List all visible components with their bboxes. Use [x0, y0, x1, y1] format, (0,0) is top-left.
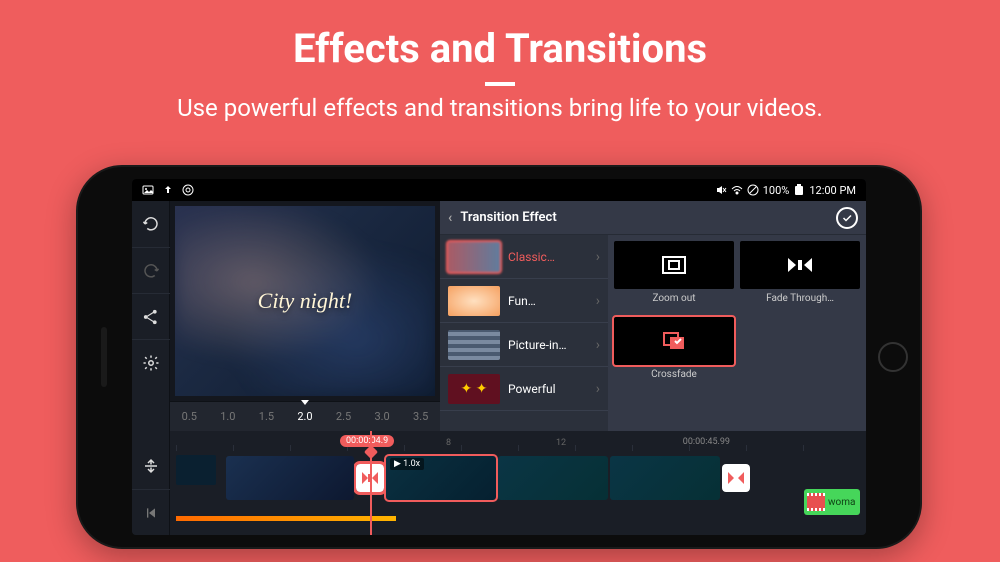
video-clip[interactable] — [226, 456, 354, 500]
category-item-classic[interactable]: Classic… › — [440, 235, 608, 279]
panel-title: Transition Effect — [460, 210, 556, 225]
category-thumb — [448, 242, 500, 272]
audio-clip[interactable]: woma — [804, 489, 860, 515]
share-button[interactable] — [132, 293, 170, 339]
current-time-badge: 00:00:04.9 — [340, 435, 394, 447]
transition-thumb — [614, 317, 734, 365]
chrome-icon — [182, 184, 194, 196]
ruler-value: 1.5 — [259, 410, 274, 423]
time-marker: 12 — [556, 438, 566, 448]
film-icon — [807, 493, 825, 511]
category-item-fun[interactable]: Fun… › — [440, 279, 608, 323]
transition-item-fade-through[interactable]: Fade Through… — [740, 241, 860, 311]
category-label: Fun… — [508, 294, 536, 308]
ruler-value: 3.5 — [413, 410, 428, 423]
picture-icon — [142, 184, 154, 196]
project-thumb[interactable] — [176, 455, 216, 485]
audio-label: woma — [828, 497, 855, 508]
transition-label: Crossfade — [651, 369, 697, 380]
category-label: Picture-in… — [508, 338, 567, 352]
category-label: Powerful — [508, 382, 556, 396]
mute-icon — [715, 184, 727, 196]
category-thumb — [448, 330, 500, 360]
toolbar — [132, 201, 170, 535]
duration-ruler[interactable]: 0.5 1.0 1.5 2.0 2.5 3.0 3.5 — [170, 401, 440, 431]
redo-button[interactable] — [132, 247, 170, 293]
upload-icon — [162, 184, 174, 196]
ruler-indicator-icon — [301, 400, 309, 405]
transition-thumb — [614, 241, 734, 289]
transition-item-zoom-out[interactable]: Zoom out — [614, 241, 734, 311]
preview-caption: City night! — [258, 288, 353, 314]
timeline-expand-button[interactable] — [132, 443, 170, 489]
time-ruler[interactable]: 00:00:04.9 8 12 00:00:45.99 — [176, 435, 860, 453]
transition-label: Zoom out — [652, 293, 695, 304]
ruler-value: 2.5 — [336, 410, 351, 423]
promo-divider — [485, 82, 515, 86]
transition-item-crossfade[interactable]: Crossfade — [614, 317, 734, 387]
category-list: Classic… › Fun… › Pict — [440, 235, 608, 431]
wifi-icon — [731, 184, 743, 196]
promo-title: Effects and Transitions — [0, 0, 1000, 72]
video-clip[interactable]: ▶ 1.0x — [386, 456, 496, 500]
jump-start-button[interactable] — [132, 489, 170, 535]
ruler-value: 1.0 — [220, 410, 235, 423]
clip-speed-badge: ▶ 1.0x — [390, 458, 424, 470]
transition-label: Fade Through… — [766, 293, 834, 304]
ruler-value: 3.0 — [374, 410, 389, 423]
chevron-right-icon: › — [596, 249, 600, 265]
transition-panel: ‹ Transition Effect Classic… — [440, 201, 866, 431]
phone-speaker — [101, 327, 107, 387]
status-time: 12:00 PM — [809, 184, 856, 197]
category-item-pip[interactable]: Picture-in… › — [440, 323, 608, 367]
video-track[interactable]: ▶ 1.0x — [226, 453, 860, 503]
chevron-right-icon: › — [596, 293, 600, 309]
chevron-right-icon: › — [596, 381, 600, 397]
chevron-right-icon: › — [596, 337, 600, 353]
end-time: 00:00:45.99 — [683, 437, 730, 447]
phone-frame: 100% 12:00 PM — [76, 165, 922, 549]
playhead[interactable] — [370, 431, 372, 535]
category-thumb — [448, 374, 500, 404]
ruler-value: 0.5 — [182, 410, 197, 423]
back-icon[interactable]: ‹ — [448, 210, 452, 226]
video-preview[interactable]: City night! — [175, 206, 435, 396]
phone-home-button — [878, 342, 908, 372]
confirm-button[interactable] — [836, 207, 858, 229]
promo-subtitle: Use powerful effects and transitions bri… — [0, 94, 1000, 122]
video-clip[interactable] — [610, 456, 720, 500]
category-item-powerful[interactable]: Powerful › — [440, 367, 608, 411]
category-thumb — [448, 286, 500, 316]
transition-grid: Zoom out Fade Through… — [608, 235, 866, 431]
battery-icon — [793, 184, 805, 196]
undo-button[interactable] — [132, 201, 170, 247]
no-sim-icon — [747, 184, 759, 196]
time-marker: 8 — [446, 438, 451, 448]
panel-header: ‹ Transition Effect — [440, 201, 866, 235]
screen: 100% 12:00 PM — [132, 179, 866, 535]
video-clip[interactable] — [498, 456, 608, 500]
transition-thumb — [740, 241, 860, 289]
preview-area: City night! 0.5 1.0 1.5 2.0 2.5 3.0 3.5 — [170, 201, 440, 431]
timeline[interactable]: 00:00:04.9 8 12 00:00:45.99 — [170, 431, 866, 535]
battery-percent: 100% — [763, 184, 790, 197]
category-label: Classic… — [508, 250, 555, 264]
settings-button[interactable] — [132, 339, 170, 385]
timeline-accent — [176, 516, 396, 521]
ruler-value: 2.0 — [297, 410, 312, 423]
transition-node[interactable] — [722, 464, 750, 492]
statusbar: 100% 12:00 PM — [132, 179, 866, 201]
